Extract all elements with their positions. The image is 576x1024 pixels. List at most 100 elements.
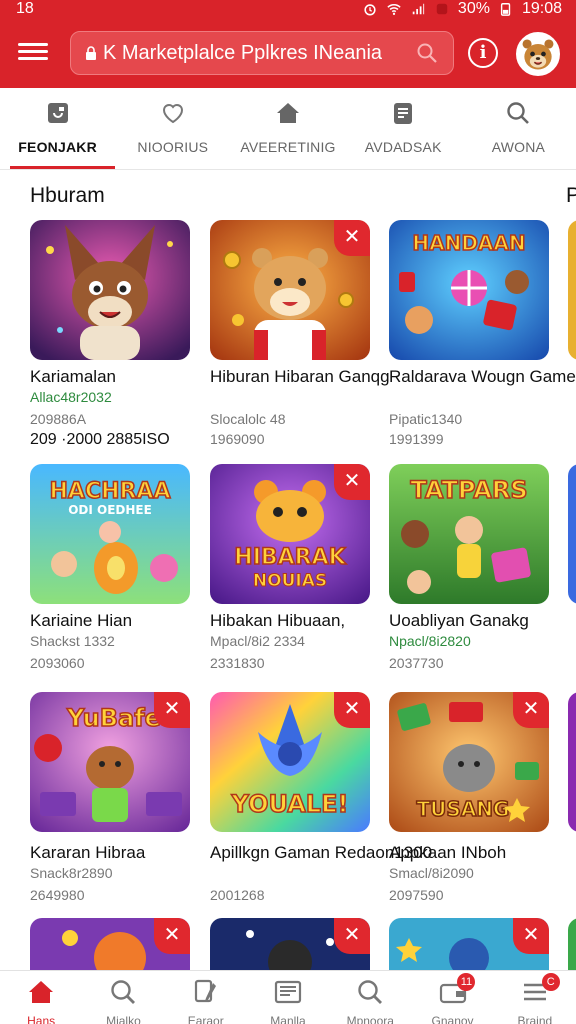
info-button[interactable]: i: [468, 38, 498, 68]
thumb-subtitle: ODI OEDHEE: [68, 503, 152, 517]
section-title: Hburam: [30, 184, 105, 207]
hamburger-menu-button[interactable]: [18, 40, 48, 64]
card-meta-secondary: 2649980: [30, 887, 85, 903]
card-meta: Snack8r2890: [30, 865, 113, 881]
search-bar[interactable]: K Marketplalce Pplkres INeania: [70, 31, 454, 75]
tab-label: AWONA: [491, 139, 546, 155]
app-notification-icon: [436, 3, 448, 15]
status-bar: 18 30% 19:08: [0, 0, 576, 20]
partial-card-edge: [568, 220, 576, 360]
game-thumbnail[interactable]: YuBafe ✕: [30, 692, 190, 832]
close-button[interactable]: ✕: [154, 692, 190, 728]
nav-label: Earaor: [187, 1014, 224, 1024]
game-thumbnail[interactable]: ✕: [210, 220, 370, 360]
nav-label: Mialko: [106, 1014, 141, 1024]
battery-icon: [500, 3, 511, 16]
avatar[interactable]: [516, 32, 560, 76]
notification-badge: C: [541, 973, 560, 991]
card-title: Hiburan Hibaran Ganqg: [210, 367, 390, 386]
tab-label: AVDADSAK: [364, 139, 442, 155]
card-title: Kariaine Hian: [30, 611, 133, 630]
game-thumbnail[interactable]: TUSANG ✕: [389, 692, 549, 832]
partial-card-edge: [568, 464, 576, 604]
app-bar: K Marketplalce Pplkres INeania i: [0, 22, 576, 86]
tab-label: FEONJAKR: [18, 139, 97, 155]
heart-icon: [162, 104, 183, 124]
home-icon: [277, 103, 299, 123]
nav-home[interactable]: Hans: [0, 971, 82, 1024]
game-thumbnail[interactable]: HANDAAN: [389, 220, 549, 360]
close-button[interactable]: ✕: [334, 220, 370, 256]
game-thumbnail[interactable]: HACHRAA ODI OEDHEE: [30, 464, 190, 604]
tab-feonjakr[interactable]: FEONJAKR: [0, 88, 116, 169]
card-meta-secondary: 2001268: [210, 887, 265, 903]
battery-level: 30%: [457, 0, 490, 17]
close-button[interactable]: ✕: [513, 692, 549, 728]
close-button[interactable]: ✕: [334, 464, 370, 500]
notification-badge: 11: [457, 973, 476, 991]
hachraa-game-art: HACHRAA ODI OEDHEE: [30, 464, 190, 604]
tab-label: NIOORIUS: [137, 139, 209, 155]
card-meta-secondary: 2037730: [389, 655, 444, 671]
menu-line: [18, 43, 48, 46]
wifi-icon: [387, 3, 401, 15]
nav-news[interactable]: Manlla: [247, 971, 329, 1024]
top-app-bar: 18 30% 19:08 K Marketplalce Pplkres INea…: [0, 0, 576, 88]
status-left-text: 18: [16, 0, 34, 17]
thumb-title: TUSANG: [417, 797, 510, 821]
search-icon: [111, 980, 136, 1004]
category-tabs: FEONJAKR NIOORIUS AVEERETINIG AVDADSAK A…: [0, 88, 576, 170]
tab-aveeretinig[interactable]: AVEERETINIG: [230, 88, 345, 169]
game-thumbnail[interactable]: TATPARS: [389, 464, 549, 604]
thumb-title: HIBARAK: [234, 545, 346, 570]
fox-character-icon: [30, 220, 190, 360]
card-meta: Shackst 1332: [30, 633, 115, 649]
close-button[interactable]: ✕: [334, 918, 370, 954]
card-meta: Smacl/8i2090: [389, 865, 474, 881]
nav-search[interactable]: Mialko: [82, 971, 164, 1024]
nav-label: Manlla: [270, 1014, 306, 1024]
thumb-subtitle: NOUIAS: [253, 571, 327, 591]
card-title: Kariamalan: [30, 367, 116, 386]
nav-edit[interactable]: Earaor: [165, 971, 247, 1024]
game-thumbnail[interactable]: YOUALE! ✕: [210, 692, 370, 832]
nav-label: Mpnoora: [346, 1014, 394, 1024]
card-meta: Pipatic1340: [389, 411, 463, 427]
thumb-title: HACHRAA: [50, 479, 171, 504]
status-icons: 30% 19:08: [362, 0, 562, 18]
card-meta-secondary: 1969090: [210, 431, 265, 447]
close-button[interactable]: ✕: [154, 918, 190, 954]
menu-line: [18, 50, 48, 53]
partial-card-edge: [568, 918, 576, 970]
card-title: Appkaan INboh: [389, 843, 507, 862]
close-button[interactable]: ✕: [513, 918, 549, 954]
card-meta-secondary: 209886A: [30, 411, 87, 427]
card-meta: Slocalolc 48: [210, 411, 286, 427]
tab-avdadsak[interactable]: AVDADSAK: [346, 88, 461, 169]
tatpars-game-art: TATPARS: [389, 464, 549, 604]
card-meta: Npacl/8i2820: [389, 633, 471, 649]
thumb-title: YOUALE!: [231, 790, 349, 818]
home-icon: [29, 981, 54, 1003]
edit-icon: [194, 979, 216, 1003]
document-icon: [394, 103, 413, 124]
thumb-title: TATPARS: [410, 476, 527, 504]
alarm-icon: [364, 4, 376, 16]
nav-menu[interactable]: C Braind: [494, 971, 576, 1024]
card-meta-secondary: 2093060: [30, 655, 85, 671]
search-icon[interactable]: [415, 41, 439, 65]
thumb-title: HANDAAN: [412, 231, 525, 255]
card-title: Uoabliyan Ganakg: [389, 611, 529, 630]
search-icon: [358, 980, 383, 1004]
nav-wallet[interactable]: 11 Gnanov: [411, 971, 493, 1024]
card-title: Hibakan Hibuaan,: [210, 611, 346, 630]
tab-nioorius[interactable]: NIOORIUS: [115, 88, 230, 169]
game-thumbnail[interactable]: HIBARAK NOUIAS ✕: [210, 464, 370, 604]
close-button[interactable]: ✕: [334, 692, 370, 728]
tab-awona[interactable]: AWONA: [461, 88, 576, 169]
card-title: Raldarava Wougn Game: [389, 367, 576, 386]
hamster-avatar-icon: [518, 34, 558, 74]
game-thumbnail[interactable]: [30, 220, 190, 360]
status-time: 19:08: [521, 0, 562, 17]
nav-explore[interactable]: Mpnoora: [329, 971, 411, 1024]
